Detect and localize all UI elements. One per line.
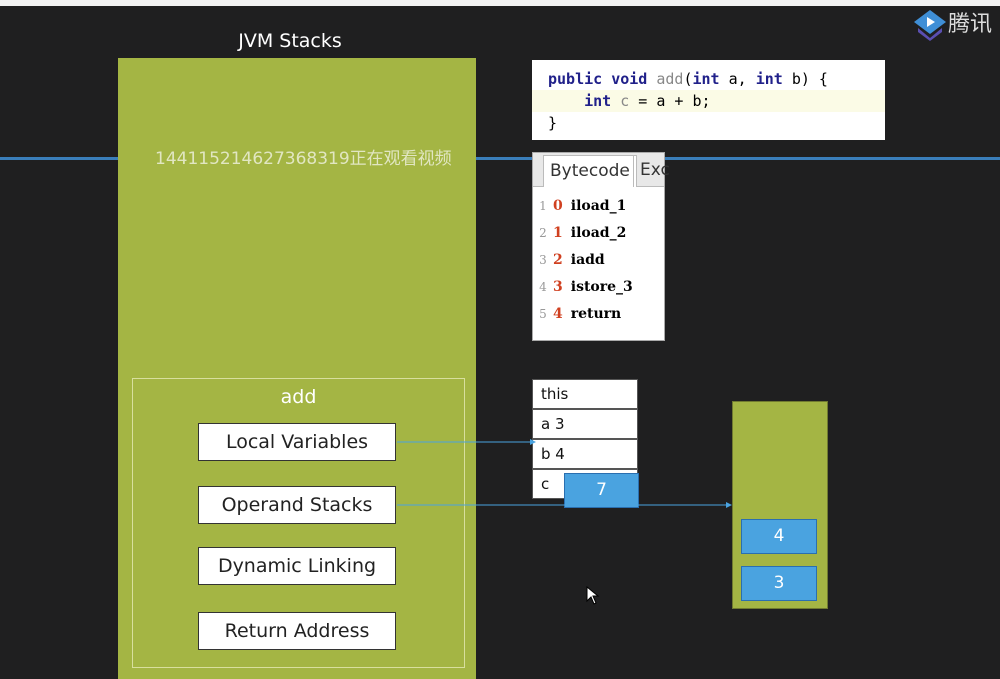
arrows: [397, 439, 732, 508]
mouse-cursor-icon: [586, 586, 600, 605]
